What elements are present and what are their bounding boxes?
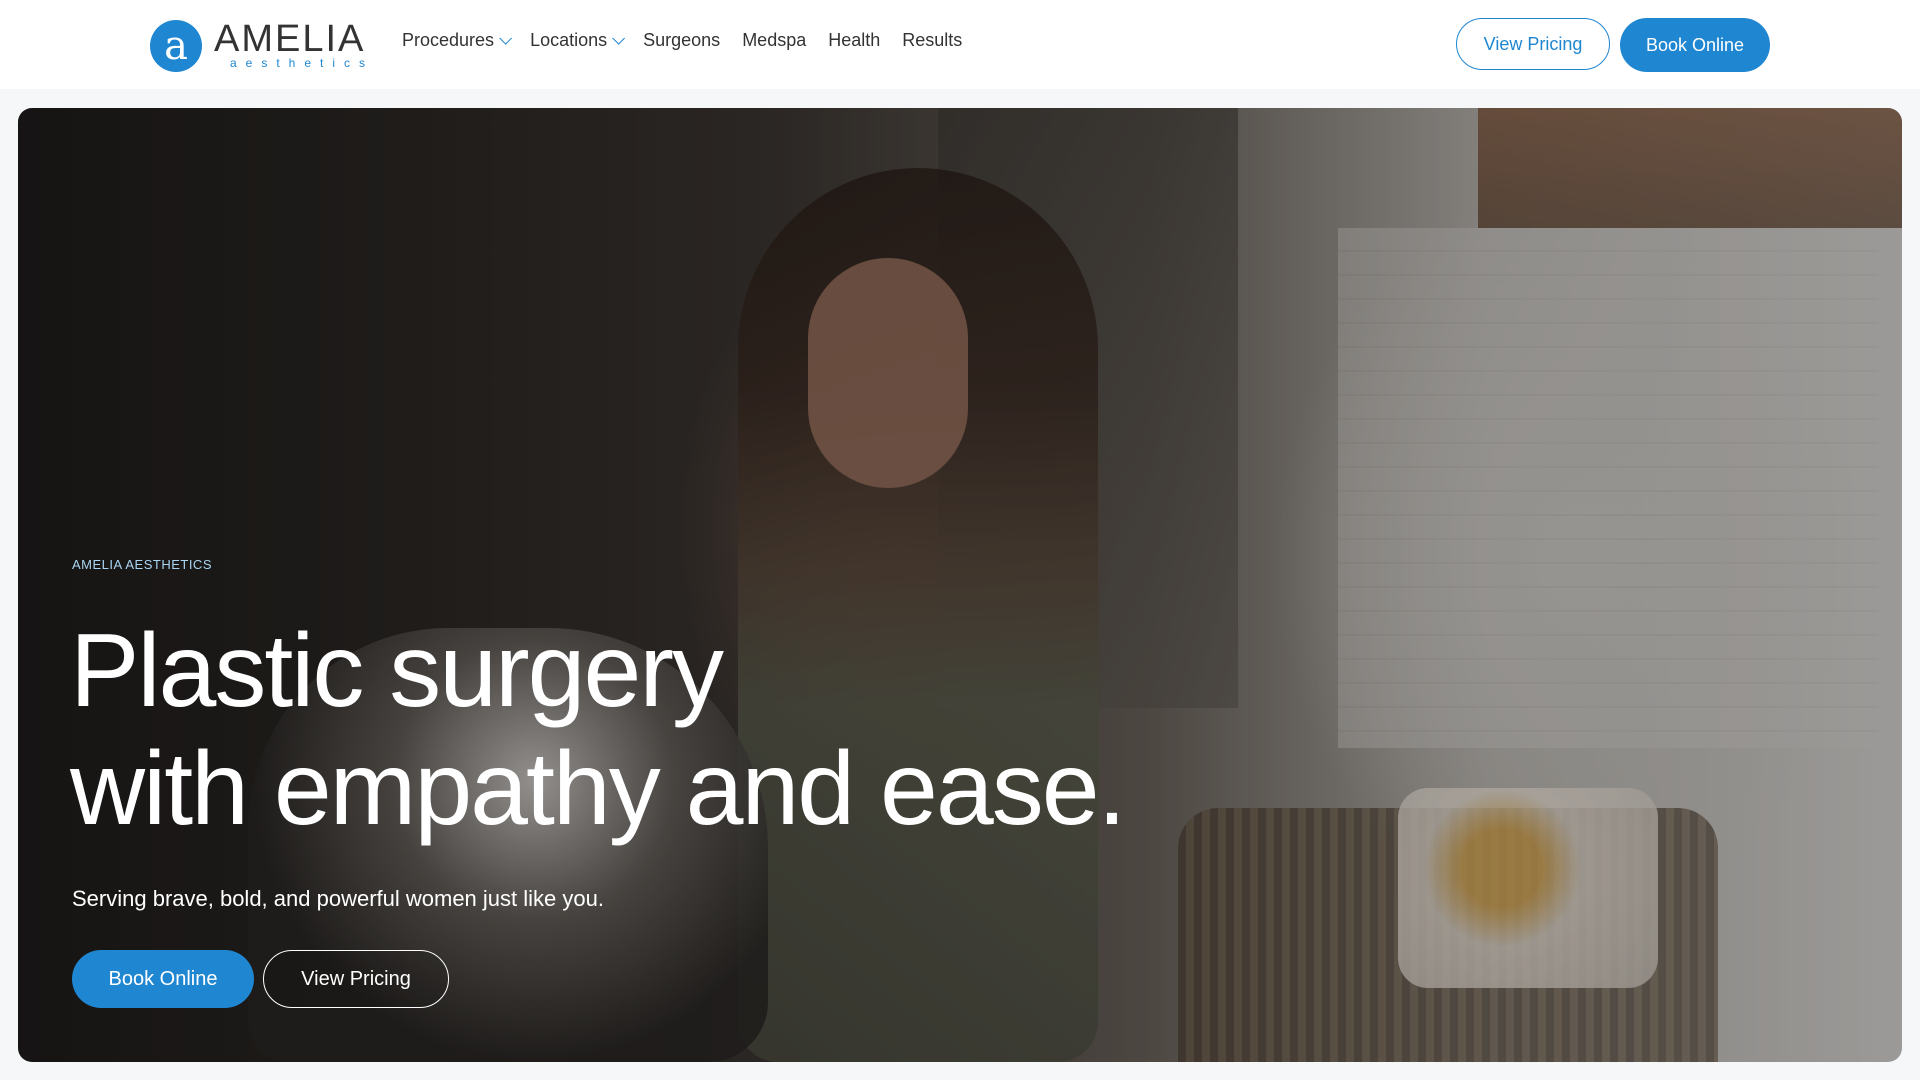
nav-procedures[interactable]: Procedures bbox=[402, 30, 513, 51]
nav-procedures-label: Procedures bbox=[402, 30, 495, 50]
brand-logo[interactable]: a AMELIA aesthetics bbox=[150, 18, 370, 74]
hero-eyebrow: AMELIA AESTHETICS bbox=[72, 557, 212, 572]
nav-results[interactable]: Results bbox=[902, 30, 962, 51]
chevron-down-icon bbox=[499, 32, 513, 45]
nav-medspa-label: Medspa bbox=[742, 30, 807, 50]
hero-section bbox=[18, 108, 1902, 1062]
nav-health[interactable]: Health bbox=[828, 30, 880, 51]
nav-locations[interactable]: Locations bbox=[530, 30, 626, 51]
hero-book-online-button[interactable]: Book Online bbox=[72, 950, 254, 1008]
nav-results-label: Results bbox=[902, 30, 963, 50]
main-navigation: Procedures Locations Surgeons Medspa Hea… bbox=[402, 30, 984, 51]
nav-surgeons[interactable]: Surgeons bbox=[643, 30, 720, 51]
logo-subline: aesthetics bbox=[230, 56, 375, 70]
hero-view-pricing-button[interactable]: View Pricing bbox=[263, 950, 449, 1008]
amelia-logo-icon: a bbox=[150, 20, 202, 72]
hero-dark-overlay bbox=[18, 108, 1902, 1062]
logo-wordmark: AMELIA bbox=[214, 18, 366, 60]
nav-surgeons-label: Surgeons bbox=[643, 30, 721, 50]
hero-headline-line-2: with empathy and ease. bbox=[70, 731, 1126, 847]
nav-locations-label: Locations bbox=[530, 30, 608, 50]
book-online-button[interactable]: Book Online bbox=[1620, 18, 1770, 72]
nav-health-label: Health bbox=[828, 30, 881, 50]
chevron-down-icon bbox=[612, 32, 626, 45]
hero-headline-line-1: Plastic surgery bbox=[70, 613, 724, 729]
hero-headline: Plastic surgery with empathy and ease. bbox=[70, 612, 1126, 848]
hero-subline: Serving brave, bold, and powerful women … bbox=[72, 886, 604, 911]
nav-medspa[interactable]: Medspa bbox=[742, 30, 806, 51]
view-pricing-button[interactable]: View Pricing bbox=[1456, 18, 1610, 70]
site-header: a AMELIA aesthetics Procedures Locations… bbox=[0, 0, 1920, 89]
